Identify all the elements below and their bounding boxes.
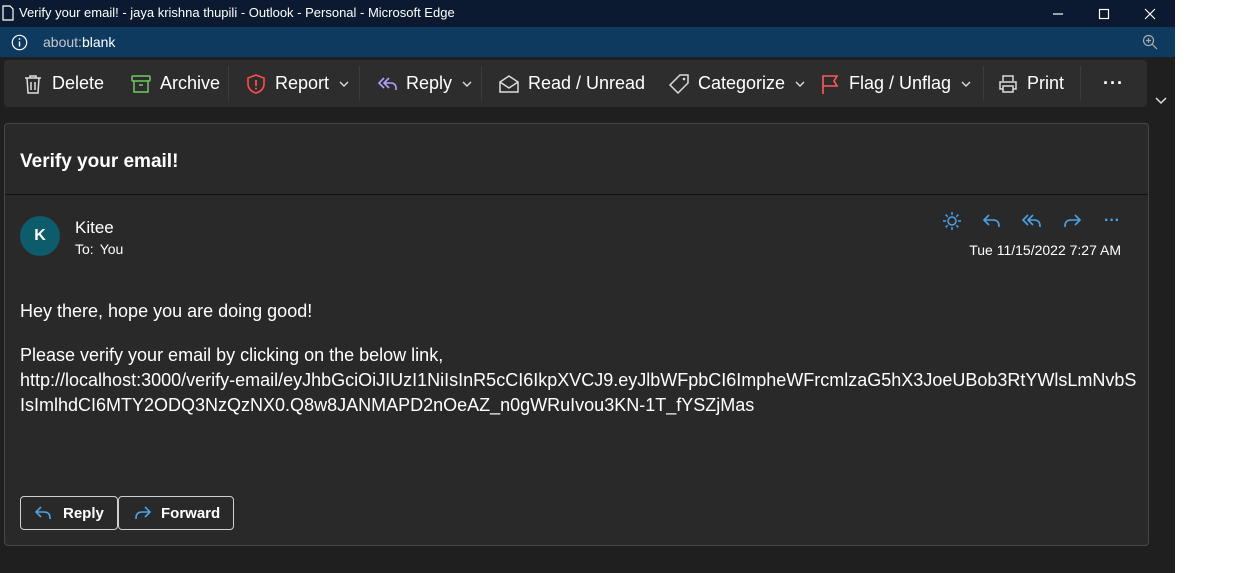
archive-label: Archive	[160, 73, 221, 93]
flag-icon	[822, 74, 839, 94]
toolbar-divider	[481, 66, 482, 101]
envelope-open-icon	[499, 74, 519, 93]
printer-icon	[999, 74, 1017, 93]
subject-divider	[5, 194, 1148, 195]
reply-icon	[35, 506, 51, 519]
more-icon: ···	[1103, 73, 1124, 93]
message-date: Tue 11/15/2022 7:27 AM	[969, 242, 1121, 258]
url-path: blank	[81, 34, 116, 50]
minimize-icon	[1053, 12, 1063, 15]
document-icon	[2, 5, 14, 21]
body-greeting: Hey there, hope you are doing good!	[20, 301, 313, 321]
reading-pane: Verify your email! K Kitee To: You ··· T…	[4, 123, 1149, 546]
to-label: To:	[75, 241, 94, 257]
message-subject: Verify your email!	[20, 151, 179, 172]
zoom-in-icon[interactable]	[1142, 34, 1158, 50]
flag-unflag-label: Flag / Unflag	[849, 73, 952, 93]
url-scheme: about:	[43, 34, 82, 50]
report-button[interactable]: Report	[245, 60, 349, 107]
archive-icon	[131, 74, 151, 93]
sender-name[interactable]: Kitee	[75, 218, 114, 238]
reply-icon	[982, 214, 1000, 227]
brightness-button[interactable]	[938, 210, 966, 232]
delete-button[interactable]: Delete	[22, 60, 104, 107]
browser-window: Verify your email! - jaya krishna thupil…	[0, 0, 1175, 573]
more-actions-button[interactable]: ···	[1103, 60, 1124, 107]
toolbar-divider	[359, 66, 360, 101]
recipient-line: To: You	[75, 241, 123, 257]
chevron-down-icon	[961, 81, 971, 87]
minimize-button[interactable]	[1035, 0, 1081, 27]
forward-button-label: Forward	[161, 504, 221, 522]
read-unread-button[interactable]: Read / Unread	[498, 60, 645, 107]
close-icon	[1144, 8, 1156, 19]
forward-icon	[135, 506, 151, 519]
reply-button-label: Reply	[63, 504, 104, 522]
report-label: Report	[275, 73, 330, 93]
categorize-label: Categorize	[698, 73, 786, 93]
info-icon[interactable]	[11, 34, 28, 51]
reply-all-icon	[377, 76, 397, 90]
more-icon: ···	[1104, 212, 1120, 229]
report-shield-icon	[247, 73, 265, 94]
address-bar: about:blank	[0, 27, 1175, 57]
chevron-down-icon	[795, 81, 805, 87]
maximize-button[interactable]	[1081, 0, 1127, 27]
print-label: Print	[1027, 73, 1065, 93]
to-value[interactable]: You	[100, 241, 124, 257]
reply-all-action-button[interactable]	[1018, 210, 1046, 232]
reply-all-icon	[1022, 214, 1041, 227]
chevron-down-icon	[339, 81, 349, 87]
verification-link[interactable]: http://localhost:3000/verify-email/eyJhb…	[20, 368, 1140, 418]
address-url[interactable]: about:blank	[43, 34, 115, 50]
toolbar-divider	[1080, 66, 1081, 101]
forward-action-button[interactable]	[1058, 210, 1086, 232]
reply-button[interactable]: Reply	[20, 496, 118, 530]
chevron-down-icon[interactable]	[1154, 94, 1168, 108]
message-body: Hey there, hope you are doing good! Plea…	[20, 299, 1140, 418]
message-more-button[interactable]: ···	[1098, 210, 1126, 232]
reply-label: Reply	[406, 73, 453, 93]
message-toolbar: Delete Archive Report Reply Read / Unrea…	[4, 60, 1147, 107]
categorize-button[interactable]: Categorize	[668, 60, 805, 107]
tag-icon	[668, 73, 689, 94]
print-button[interactable]: Print	[997, 60, 1064, 107]
toolbar-divider	[983, 66, 984, 101]
delete-label: Delete	[52, 73, 105, 93]
close-button[interactable]	[1127, 0, 1173, 27]
avatar-initial: K	[34, 227, 46, 244]
reply-action-button[interactable]	[978, 210, 1006, 232]
read-unread-label: Read / Unread	[528, 73, 646, 93]
trash-icon	[25, 74, 41, 94]
forward-icon	[1064, 214, 1082, 227]
forward-button[interactable]: Forward	[118, 496, 235, 530]
toolbar-divider	[228, 66, 229, 101]
maximize-icon	[1098, 8, 1110, 19]
window-title: Verify your email! - jaya krishna thupil…	[19, 5, 455, 20]
reply-dropdown-button[interactable]: Reply	[376, 60, 472, 107]
flag-unflag-button[interactable]: Flag / Unflag	[819, 60, 971, 107]
window-titlebar: Verify your email! - jaya krishna thupil…	[0, 0, 1175, 27]
archive-button[interactable]: Archive	[130, 60, 220, 107]
body-instruction: Please verify your email by clicking on …	[20, 345, 444, 365]
sender-avatar[interactable]: K	[20, 216, 60, 256]
chevron-down-icon	[462, 81, 472, 87]
sun-icon	[943, 212, 961, 230]
